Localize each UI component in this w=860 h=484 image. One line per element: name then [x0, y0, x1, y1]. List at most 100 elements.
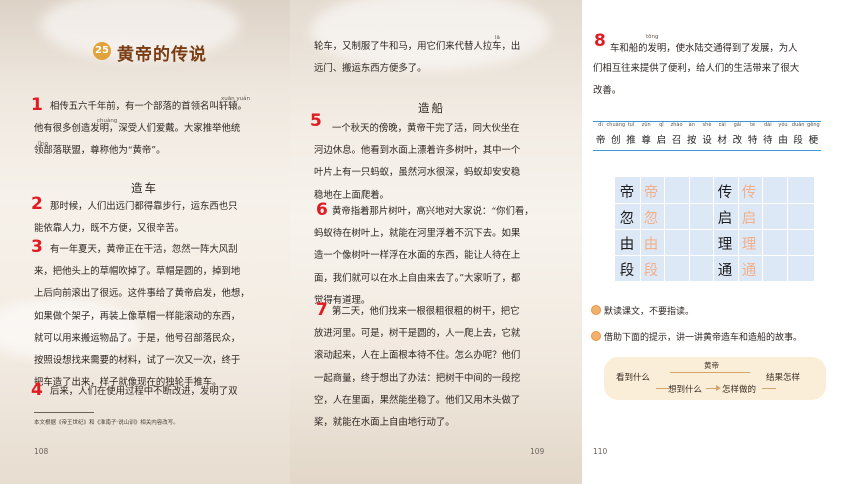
section-heading-zaochuan: 造船	[418, 101, 445, 115]
page-108: 25 黄帝的传说 xuān yuán chuàng lǐng 1 相传五六千年前…	[0, 0, 290, 484]
grid-char: 由	[619, 237, 635, 253]
word-character: 段	[793, 135, 803, 146]
footnote: 本文根据《帝王世纪》和《淮南子·说山训》相关内容改写。	[34, 420, 179, 426]
paragraph-1-cont: 他有很多创造发明，深受人们爱戴。大家推举他统 领部落联盟，尊称他为“黄帝”。	[34, 118, 240, 163]
word-character: 改	[732, 135, 743, 146]
arrow-right-icon	[716, 385, 721, 391]
text-line: 放进河里。可是，树干是圆的，人一爬上去，它就	[314, 328, 521, 339]
text-line: 造一个像树叶一样浮在水面的东西，能让人待在上	[314, 250, 521, 262]
grid-trace-char: 通	[741, 263, 757, 279]
paragraph-7: 第二天，他们找来一根很粗很粗的树干，把它	[332, 301, 520, 323]
task-2: 借助下面的提示，讲一讲黄帝造车和造船的故事。	[604, 333, 803, 343]
grid-trace-char: 理	[741, 237, 757, 253]
word-character: 设	[702, 135, 712, 146]
page-number: 109	[530, 447, 545, 456]
page-109: lā 轮车，又制服了牛和马，用它们来代替人拉车，出 远门、搬运东西方便多了。 造…	[290, 0, 582, 484]
new-words-strip: dì 帝 chuàng 创 tuī 推 zūn 尊 qǐ 启 zhào 召 àn 按 shè 设 cái 材 gǎi…	[593, 121, 821, 151]
grid-trace-char: 传	[741, 185, 757, 201]
word-character: 特	[747, 135, 758, 146]
grid-trace-char: 忽	[643, 211, 659, 227]
grid-char: 通	[717, 263, 733, 279]
paragraph-5-cont: 河边休息。他看到水面上漂着许多树叶，其中一个 叶片上有一只蚂蚁，虽然河水很深，蚂…	[314, 140, 520, 207]
word-character: 推	[626, 135, 636, 146]
text-line: 改善。	[593, 85, 622, 97]
task-bullet-icon	[591, 331, 601, 341]
grid-trace-char: 段	[643, 263, 659, 279]
paragraph-number: 4	[31, 380, 43, 400]
grid-trace-char: 启	[741, 211, 757, 227]
text-line: 车和船的发明，使水陆交通得到了发展，为人	[610, 43, 798, 54]
text-line: 后来，人们在使用过程中不断改进，发明了双	[50, 386, 238, 397]
strip-bottom-line	[593, 150, 821, 151]
text-line: 桨，就能在水面上自由地行动了。	[314, 417, 455, 429]
text-line: 一起商量，终于想出了办法：把树干中间的一段挖	[314, 372, 521, 384]
text-line: 滚动起来，人在上面根本待不住。怎么办呢？他们	[314, 350, 521, 362]
word-character: 尊	[641, 135, 651, 146]
text-line: 来，把他头上的草帽吹掉了。草帽是圆的，掉到地	[34, 266, 241, 277]
grid-char: 帝	[619, 185, 635, 201]
paragraph-number: 2	[31, 194, 43, 214]
text-line: 们相互往来提供了便利，给人们的生活带来了很大	[593, 63, 800, 74]
word-character: 启	[656, 135, 667, 146]
page-number: 110	[593, 447, 608, 456]
paragraph-number: 8	[594, 31, 606, 51]
text-line: 相传五六千年前，有一个部落的首领名叫轩辕。	[50, 101, 247, 112]
paragraph-2-cont: 能依靠人力，既不方便，又很辛苦。	[34, 218, 184, 240]
grid-char: 段	[619, 263, 635, 279]
grid-line	[615, 203, 814, 204]
text-line: 远门、搬运东西方便多了。	[314, 63, 427, 75]
section-heading-zaoche: 造车	[131, 181, 158, 195]
grid-trace-char: 由	[643, 237, 659, 253]
text-line: 轮车，又制服了牛和马，用它们来代替人拉车，出	[314, 41, 521, 52]
paragraph-6-cont: 蚂蚁待在树叶上，就能在河里浮着不沉下去。如果 造一个像树叶一样浮在水面的东西，能…	[314, 223, 520, 312]
text-line: 上后向前滚出了很远。这件事给了黄帝启发，他想，	[34, 288, 250, 300]
text-line: 他有很多创造发明，深受人们爱戴。大家推举他统	[34, 123, 241, 134]
paragraph-6: 黄帝指着那片树叶，高兴地对大家说：“你们看，	[332, 201, 534, 223]
paragraph-2: 那时候，人们出远门都得靠步行，运东西也只	[50, 196, 238, 218]
text-line: 有一年夏天，黄帝正在干活，忽然一阵大风刮	[50, 244, 238, 255]
text-line: 能依靠人力，既不方便，又很辛苦。	[34, 223, 185, 234]
word-character: 召	[671, 135, 682, 146]
grid-line	[615, 255, 814, 256]
grid-trace-char: 帝	[643, 185, 659, 201]
word-pinyin: gěng	[807, 122, 820, 128]
hint-line	[762, 388, 776, 389]
word-character: 创	[611, 135, 621, 146]
word-character: 梗	[808, 135, 819, 146]
hint-line	[706, 388, 716, 389]
text-line: 如果做个架子，再装上像草帽一样能滚动的东西，	[34, 310, 241, 322]
lesson-title: 黄帝的传说	[117, 45, 207, 65]
paragraph-number: 3	[31, 237, 43, 257]
word-character: 由	[778, 135, 788, 146]
paragraph-number: 1	[31, 95, 43, 115]
paragraph-number: 7	[316, 300, 328, 320]
text-line: 一个秋天的傍晚，黄帝干完了活，同大伙坐在	[332, 123, 520, 134]
paragraph-8: 车和船的发明，使水陆交通得到了发展，为人	[610, 38, 798, 60]
text-line: 叶片上有一只蚂蚁，虽然河水很深，蚂蚁却安安稳	[314, 167, 521, 179]
grid-char: 理	[717, 237, 733, 253]
text-line: 空，人在里面，果然能坐稳了。他们又用木头做了	[314, 394, 521, 406]
page-number: 108	[34, 447, 49, 456]
paragraph-5: 一个秋天的傍晚，黄帝干完了活，同大伙坐在	[332, 118, 520, 140]
paragraph-7-cont: 放进河里。可是，树干是圆的，人一爬上去，它就 滚动起来，人在上面根本待不住。怎么…	[314, 323, 520, 434]
text-line: 按照设想找来需要的材料，试了一次又一次，终于	[34, 355, 241, 367]
text-line: 黄帝指着那片树叶，高兴地对大家说：“你们看，	[332, 206, 534, 217]
paragraph-number: 6	[316, 200, 328, 220]
text-line: 就可以用来搬运物品了。于是，他号召部落民众，	[34, 332, 241, 344]
paragraph-number: 5	[310, 111, 322, 131]
paragraph-8-cont: 们相互往来提供了便利，给人们的生活带来了很大 改善。	[593, 58, 799, 103]
hint-line	[670, 372, 750, 373]
word-cell: gěng 梗	[807, 121, 820, 148]
text-line: 面，我们就可以在水上自由来去了。”大家听了，都	[314, 272, 521, 284]
paragraph-3-cont: 来，把他头上的草帽吹掉了。草帽是圆的，掉到地 上后向前滚出了很远。这件事给了黄帝…	[34, 261, 250, 395]
text-line: 领部落联盟，尊称他为“黄帝”。	[34, 145, 166, 157]
hint-middle-2: 怎样做的	[722, 385, 757, 395]
grid-char: 忽	[619, 211, 635, 227]
paragraph-4: 后来，人们在使用过程中不断改进，发明了双	[50, 381, 238, 403]
task-bullet-icon	[591, 305, 601, 315]
lesson-number: 25	[93, 42, 111, 60]
word-character: 帝	[595, 135, 606, 146]
text-line: 第二天，他们找来一根很粗很粗的树干，把它	[332, 306, 520, 317]
paragraph-4-cont: 轮车，又制服了牛和马，用它们来代替人拉车，出 远门、搬运东西方便多了。	[314, 36, 520, 81]
paragraph-1: 相传五六千年前，有一个部落的首领名叫轩辕。	[50, 96, 247, 118]
